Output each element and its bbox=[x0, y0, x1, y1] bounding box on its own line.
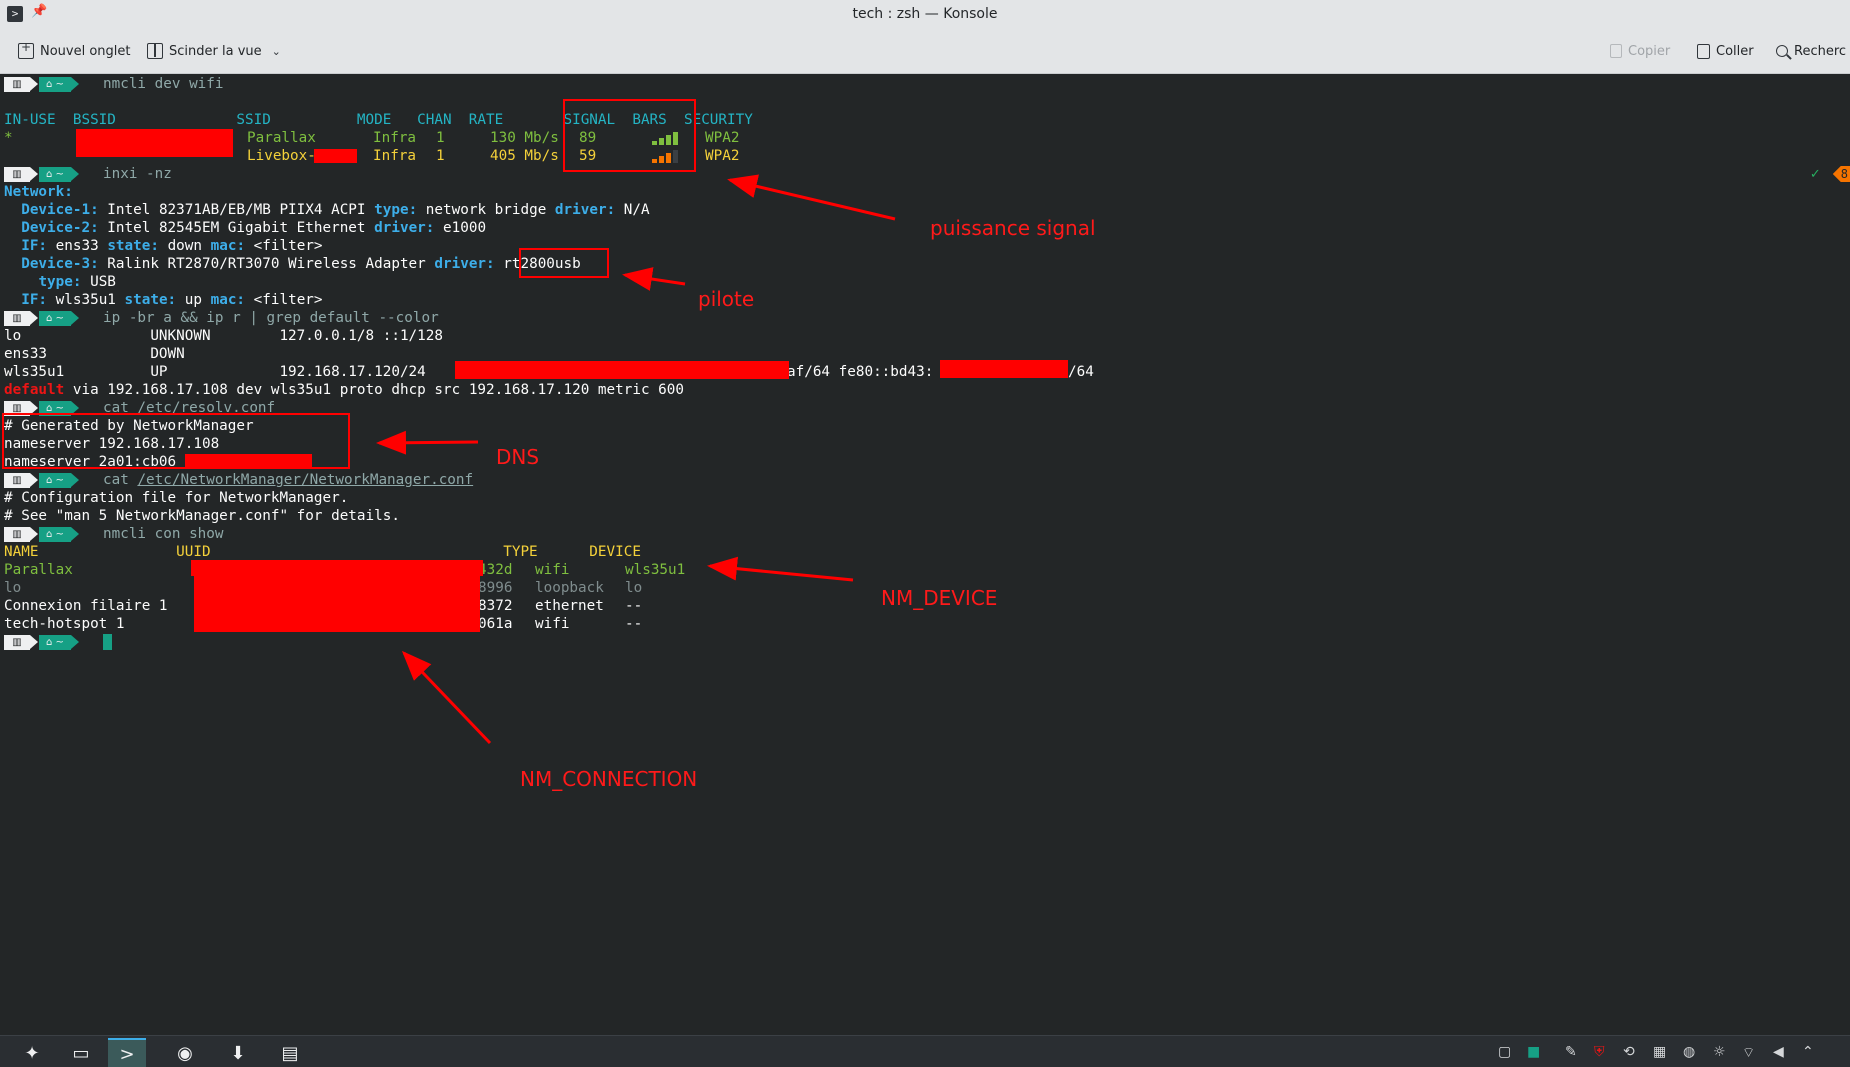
annotation-arrows bbox=[376, 174, 896, 745]
shield-icon[interactable]: ⛨ bbox=[1594, 1044, 1605, 1060]
annotation-nm-device: NM_DEVICE bbox=[881, 586, 998, 610]
chevron-up-icon[interactable]: ⌃ bbox=[1802, 1044, 1814, 1060]
paste-button[interactable]: Coller bbox=[1697, 40, 1754, 62]
search-button[interactable]: Recherc bbox=[1776, 40, 1846, 62]
pen-icon[interactable]: ✎ bbox=[1565, 1044, 1577, 1060]
new-tab-label: Nouvel onglet bbox=[40, 43, 131, 59]
split-view-label: Scinder la vue bbox=[169, 43, 262, 59]
new-tab-icon bbox=[18, 40, 34, 59]
split-view-button[interactable]: Scinder la vue ⌄ bbox=[147, 40, 281, 62]
brightness-icon[interactable]: ☼ bbox=[1713, 1044, 1726, 1060]
wifi-icon[interactable]: ⌔ bbox=[1742, 1044, 1755, 1062]
arrow-device bbox=[707, 556, 854, 582]
konsole-task-icon[interactable]: > bbox=[108, 1038, 146, 1067]
copy-label: Copier bbox=[1628, 43, 1671, 59]
paste-label: Coller bbox=[1716, 43, 1754, 59]
arrow-driver bbox=[622, 267, 686, 291]
annotation-dns: DNS bbox=[496, 445, 540, 469]
copy-button[interactable]: Copier bbox=[1610, 40, 1670, 62]
new-tab-button[interactable]: Nouvel onglet bbox=[18, 40, 131, 62]
taskbar: ✦ ▭ > ◉ ⬇ ▤ ▢ ■ ✎ ⛨ ⟲ ▦ ◍ ☼ ⌔ ◀ ⌃ bbox=[0, 1035, 1850, 1067]
title-bar: > 📌 tech : zsh — Konsole bbox=[0, 0, 1850, 28]
toolbar: Nouvel onglet Scinder la vue ⌄ Copier Co… bbox=[0, 28, 1850, 74]
download-icon[interactable]: ⬇ bbox=[219, 1038, 257, 1067]
clipboard-icon[interactable]: ▦ bbox=[1653, 1044, 1666, 1060]
search-icon bbox=[1776, 45, 1788, 57]
text-editor-icon[interactable]: ▤ bbox=[271, 1038, 309, 1067]
chevron-down-icon: ⌄ bbox=[271, 44, 281, 58]
split-view-icon bbox=[147, 43, 163, 59]
file-manager-icon[interactable]: ▭ bbox=[62, 1038, 100, 1067]
arrow-signal bbox=[727, 174, 896, 221]
copy-icon bbox=[1610, 44, 1622, 58]
annotation-signal: puissance signal bbox=[930, 216, 1096, 240]
arrow-connection bbox=[401, 650, 492, 745]
globe-icon[interactable]: ◍ bbox=[1683, 1044, 1695, 1060]
connect-icon[interactable]: ⟲ bbox=[1623, 1044, 1635, 1060]
window-title: tech : zsh — Konsole bbox=[852, 6, 998, 22]
arrow-dns bbox=[376, 430, 479, 455]
paste-icon bbox=[1697, 43, 1710, 59]
annotation-driver: pilote bbox=[698, 287, 755, 311]
annotation-nm-connection: NM_CONNECTION bbox=[520, 767, 698, 791]
app-launcher-icon[interactable]: ✦ bbox=[13, 1038, 51, 1067]
pager-icon[interactable]: ■ bbox=[1527, 1044, 1540, 1060]
firefox-icon[interactable]: ◉ bbox=[166, 1038, 204, 1067]
desktop-icon[interactable]: ▢ bbox=[1498, 1044, 1511, 1060]
search-label: Recherc bbox=[1794, 43, 1847, 59]
volume-icon[interactable]: ◀ bbox=[1773, 1044, 1784, 1060]
terminal-area[interactable]: ▥ ⌂ ~ nmcli dev wifi IN-USE BSSID SSID M… bbox=[0, 75, 1850, 1035]
